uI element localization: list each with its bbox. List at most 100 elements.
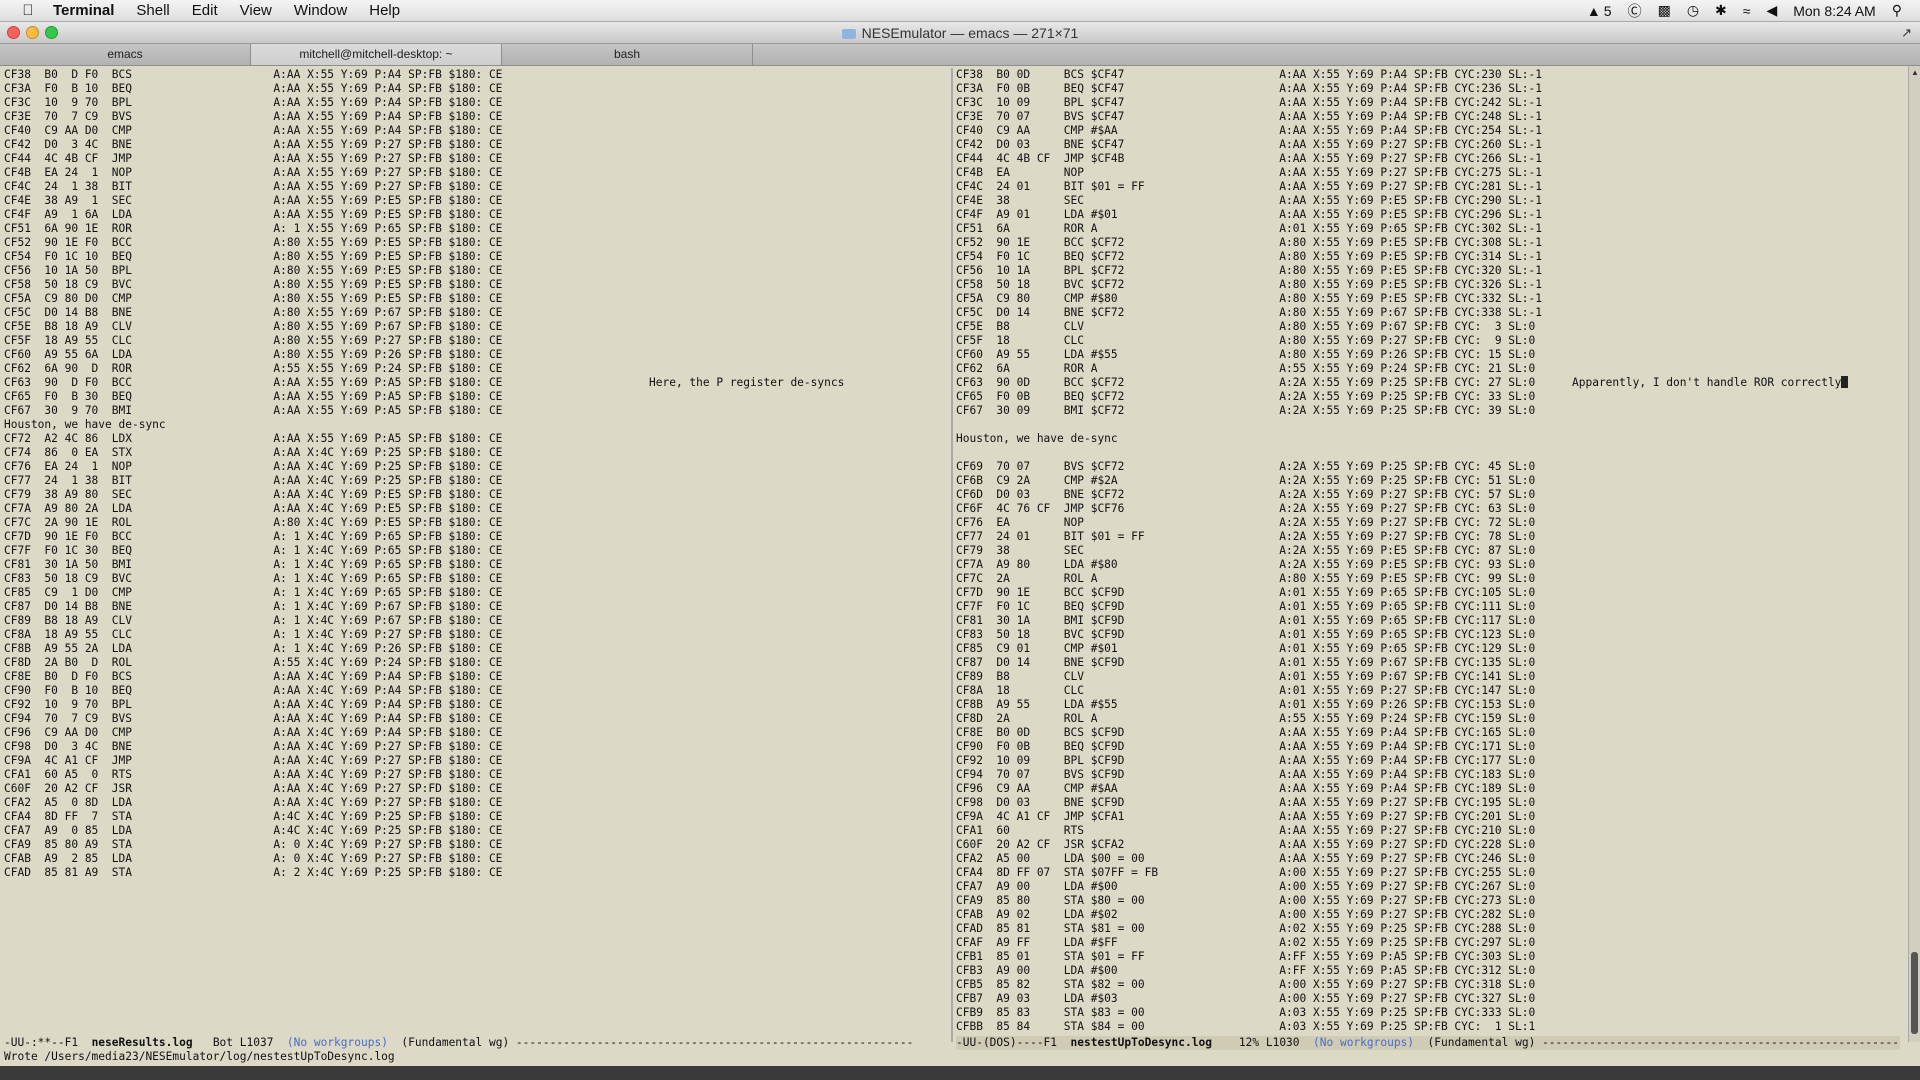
log-line: CF76 EA NOP A:2A X:55 Y:69 P:27 SP:FB CY… (956, 516, 1536, 529)
scrollbar-thumb[interactable] (1911, 952, 1918, 1034)
right-modeline-workgroup[interactable]: (No workgroups) (1313, 1036, 1414, 1049)
log-line: CF7C 2A ROL A A:80 X:55 Y:69 P:E5 SP:FB … (956, 572, 1536, 585)
wifi-icon[interactable]: ≈ (1735, 3, 1759, 19)
adobe-count: 5 (1603, 2, 1612, 19)
log-line: CF96 C9 AA D0 CMP A:AA X:4C Y:69 P:A4 SP… (4, 726, 503, 739)
log-line: CF9A 4C A1 CF JMP A:AA X:4C Y:69 P:27 SP… (4, 754, 503, 767)
log-line: CF42 D0 3 4C BNE A:AA X:55 Y:69 P:27 SP:… (4, 138, 503, 151)
log-line: CF54 F0 1C BEQ $CF72 A:80 X:55 Y:69 P:E5… (956, 250, 1542, 263)
status-area: ▲ 5 Ⓒ ▩ ◷ ✱ ≈ ◀ Mon 8:24 AM ⚲ (1579, 1, 1920, 21)
log-line: CF44 4C 4B CF JMP $CF4B A:AA X:55 Y:69 P… (956, 152, 1542, 165)
left-modeline-mode[interactable]: (Fundamental wg) -----------------------… (388, 1036, 913, 1049)
log-line: CF65 F0 0B BEQ $CF72 A:2A X:55 Y:69 P:25… (956, 390, 1536, 403)
log-line: CFB9 85 83 STA $83 = 00 A:03 X:55 Y:69 P… (956, 1006, 1536, 1019)
menu-view[interactable]: View (229, 2, 283, 19)
log-line: CF8D 2A B0 D ROL A:55 X:4C Y:69 P:24 SP:… (4, 656, 503, 669)
window-title: NESEmulator — emacs — 271×71 (0, 25, 1920, 41)
log-line: CF87 D0 14 B8 BNE A: 1 X:4C Y:69 P:67 SP… (4, 600, 503, 613)
time-machine-icon[interactable]: ◷ (1679, 2, 1707, 19)
menu-clock[interactable]: Mon 8:24 AM (1785, 3, 1884, 19)
skype-icon[interactable]: Ⓒ (1620, 1, 1650, 21)
vertical-scrollbar[interactable]: ▲ (1908, 66, 1920, 1042)
log-line: CF3C 10 9 70 BPL A:AA X:55 Y:69 P:A4 SP:… (4, 96, 503, 109)
log-line: CFAD 85 81 STA $81 = 00 A:02 X:55 Y:69 P… (956, 922, 1536, 935)
log-line: CFBB 85 84 STA $84 = 00 A:03 X:55 Y:69 P… (956, 1020, 1536, 1031)
text-cursor (1841, 376, 1849, 388)
left-editor-pane[interactable]: CF38 B0 D F0 BCS A:AA X:55 Y:69 P:A4 SP:… (4, 68, 952, 1031)
log-line: CFB3 A9 00 LDA #$00 A:FF X:55 Y:69 P:A5 … (956, 964, 1536, 977)
log-line: CF62 6A ROR A A:55 X:55 Y:69 P:24 SP:FB … (956, 362, 1536, 375)
fullscreen-icon[interactable]: ↗ (1901, 25, 1912, 41)
log-line: C60F 20 A2 CF JSR $CFA2 A:AA X:55 Y:69 P… (956, 838, 1536, 851)
right-modeline-buffer[interactable]: nestestUpToDesync.log (1071, 1036, 1212, 1049)
log-line: CF85 C9 01 CMP #$01 A:01 X:55 Y:69 P:65 … (956, 642, 1536, 655)
tab-ssh-desktop[interactable]: mitchell@mitchell-desktop: ~ (251, 44, 502, 65)
log-line: CF9A 4C A1 CF JMP $CFA1 A:AA X:55 Y:69 P… (956, 810, 1536, 823)
log-line: CF56 10 1A BPL $CF72 A:80 X:55 Y:69 P:E5… (956, 264, 1542, 277)
log-line: CF54 F0 1C 10 BEQ A:80 X:55 Y:69 P:E5 SP… (4, 250, 503, 263)
adobe-icon[interactable]: ▲ 5 (1579, 3, 1620, 19)
right-modeline-position: 12% L1030 (1211, 1036, 1314, 1049)
log-line: CF44 4C 4B CF JMP A:AA X:55 Y:69 P:27 SP… (4, 152, 503, 165)
left-modeline-buffer[interactable]: neseResults.log (92, 1036, 193, 1049)
log-line: CF74 86 0 EA STX A:AA X:4C Y:69 P:25 SP:… (4, 446, 503, 459)
log-line: CFA4 8D FF 07 STA $07FF = FB A:00 X:55 Y… (956, 866, 1536, 879)
menu-window[interactable]: Window (283, 2, 358, 19)
log-line: CF83 50 18 C9 BVC A: 1 X:4C Y:69 P:65 SP… (4, 572, 503, 585)
app-status-icon[interactable]: ▩ (1650, 2, 1679, 19)
background-window-strip (0, 1066, 1920, 1080)
log-line: Houston, we have de-sync (956, 432, 1118, 445)
log-line: CF8E B0 0D BCS $CF9D A:AA X:55 Y:69 P:A4… (956, 726, 1536, 739)
log-line: CF42 D0 03 BNE $CF47 A:AA X:55 Y:69 P:27… (956, 138, 1542, 151)
menu-app-name[interactable]: Terminal (42, 2, 125, 19)
log-line: CF69 70 07 BVS $CF72 A:2A X:55 Y:69 P:25… (956, 460, 1536, 473)
window-title-text: NESEmulator — emacs — 271×71 (861, 25, 1079, 41)
log-line: CF5F 18 A9 55 CLC A:80 X:55 Y:69 P:27 SP… (4, 334, 503, 347)
log-line: CFB5 85 82 STA $82 = 00 A:00 X:55 Y:69 P… (956, 978, 1536, 991)
right-modeline: -UU-(DOS)----F1 nestestUpToDesync.log 12… (956, 1036, 1900, 1050)
pane-divider[interactable] (951, 68, 953, 1042)
log-line: CF38 B0 0D BCS $CF47 A:AA X:55 Y:69 P:A4… (956, 68, 1542, 81)
menu-help[interactable]: Help (358, 2, 411, 19)
scroll-up-icon[interactable]: ▲ (1911, 68, 1919, 77)
left-modeline-workgroup[interactable]: (No workgroups) (287, 1036, 388, 1049)
log-line: CFA1 60 RTS A:AA X:55 Y:69 P:27 SP:FB CY… (956, 824, 1536, 837)
log-line: CF89 B8 CLV A:01 X:55 Y:69 P:67 SP:FB CY… (956, 670, 1536, 683)
volume-icon[interactable]: ◀ (1758, 2, 1785, 19)
log-line: CF60 A9 55 LDA #$55 A:80 X:55 Y:69 P:26 … (956, 348, 1536, 361)
log-line: CF7D 90 1E F0 BCC A: 1 X:4C Y:69 P:65 SP… (4, 530, 503, 543)
log-line: CF8B A9 55 LDA #$55 A:01 X:55 Y:69 P:26 … (956, 698, 1536, 711)
log-line: CFA7 A9 0 85 LDA A:4C X:4C Y:69 P:25 SP:… (4, 824, 503, 837)
tab-emacs[interactable]: emacs (0, 44, 251, 65)
log-line: CF67 30 09 BMI $CF72 A:2A X:55 Y:69 P:25… (956, 404, 1536, 417)
right-modeline-mode[interactable]: (Fundamental wg) -----------------------… (1414, 1036, 1900, 1049)
bluetooth-icon[interactable]: ✱ (1707, 2, 1735, 19)
log-line: CF5A C9 80 D0 CMP A:80 X:55 Y:69 P:E5 SP… (4, 292, 503, 305)
log-line: CFA9 85 80 A9 STA A: 0 X:4C Y:69 P:27 SP… (4, 838, 503, 851)
log-line: CF6F 4C 76 CF JMP $CF76 A:2A X:55 Y:69 P… (956, 502, 1536, 515)
window-titlebar[interactable]: NESEmulator — emacs — 271×71 ↗ (0, 22, 1920, 44)
tab-bash[interactable]: bash (502, 44, 753, 65)
right-editor-pane[interactable]: CF38 B0 0D BCS $CF47 A:AA X:55 Y:69 P:A4… (956, 68, 1900, 1031)
echo-area: Wrote /Users/media23/NESEmulator/log/nes… (4, 1050, 395, 1063)
folder-icon (841, 29, 856, 39)
log-line: CF5C D0 14 B8 BNE A:80 X:55 Y:69 P:67 SP… (4, 306, 503, 319)
log-line: CF4E 38 A9 1 SEC A:AA X:55 Y:69 P:E5 SP:… (4, 194, 503, 207)
spotlight-icon[interactable]: ⚲ (1884, 2, 1910, 19)
log-line: CF90 F0 0B BEQ $CF9D A:AA X:55 Y:69 P:A4… (956, 740, 1536, 753)
log-line: CF77 24 01 BIT $01 = FF A:2A X:55 Y:69 P… (956, 530, 1536, 543)
log-line: CF94 70 7 C9 BVS A:AA X:4C Y:69 P:A4 SP:… (4, 712, 503, 725)
log-line: CF3E 70 7 C9 BVS A:AA X:55 Y:69 P:A4 SP:… (4, 110, 503, 123)
log-line: CF6D D0 03 BNE $CF72 A:2A X:55 Y:69 P:27… (956, 488, 1536, 501)
log-line: CF77 24 1 38 BIT A:AA X:4C Y:69 P:25 SP:… (4, 474, 503, 487)
log-line: CF58 50 18 C9 BVC A:80 X:55 Y:69 P:E5 SP… (4, 278, 503, 291)
menu-shell[interactable]: Shell (125, 2, 180, 19)
apple-icon[interactable]:  (14, 2, 42, 19)
log-line: CF79 38 A9 80 SEC A:AA X:4C Y:69 P:E5 SP… (4, 488, 503, 501)
log-line: CF7C 2A 90 1E ROL A:80 X:4C Y:69 P:E5 SP… (4, 516, 503, 529)
log-line: CF83 50 18 BVC $CF9D A:01 X:55 Y:69 P:65… (956, 628, 1536, 641)
log-line: CF92 10 9 70 BPL A:AA X:4C Y:69 P:A4 SP:… (4, 698, 503, 711)
menu-edit[interactable]: Edit (181, 2, 229, 19)
